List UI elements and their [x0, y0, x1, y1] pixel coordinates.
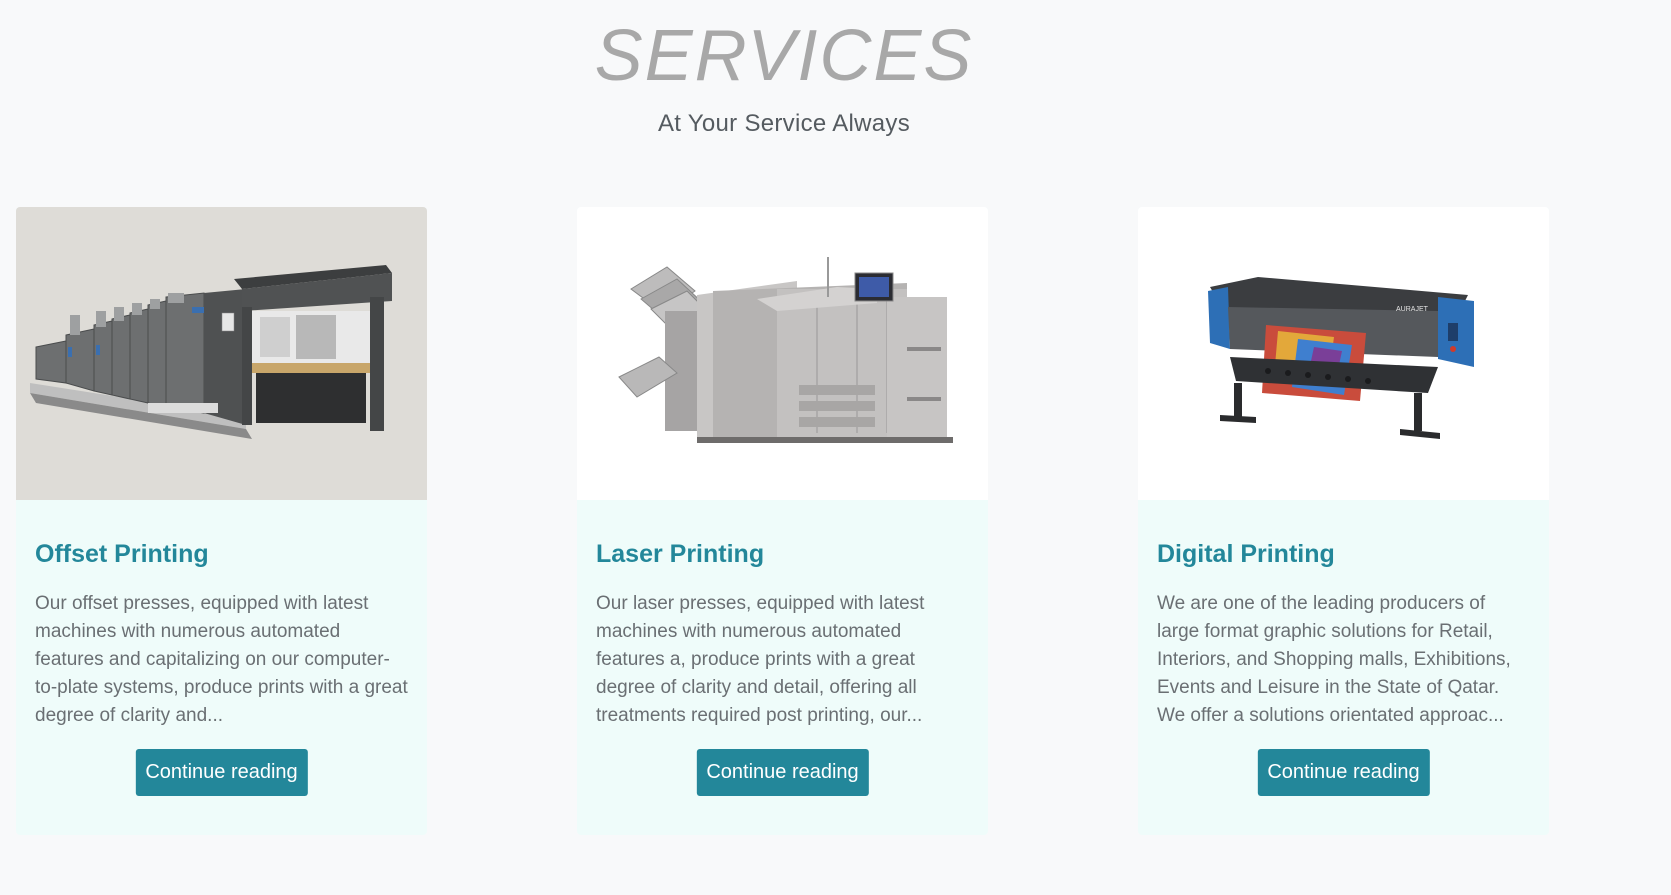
service-card-offset: Offset Printing Our offset presses, equi… [16, 207, 427, 835]
continue-reading-button[interactable]: Continue reading [696, 749, 869, 796]
card-description: Our offset presses, equipped with latest… [35, 593, 408, 726]
offset-press-image [16, 207, 427, 500]
section-subtitle: At Your Service Always [657, 110, 911, 137]
large-format-printer-illustration: AURAJET [1208, 277, 1474, 439]
card-description: Our laser presses, equipped with latest … [596, 593, 925, 726]
section-title: SERVICES [594, 16, 974, 96]
offset-press-illustration [30, 265, 392, 439]
continue-reading-button[interactable]: Continue reading [1257, 749, 1430, 796]
card-title: Offset Printing [35, 540, 209, 568]
card-title: Laser Printing [596, 540, 765, 568]
service-card-digital: AURAJET Digital Printing We are one of t… [1138, 207, 1549, 835]
card-description: We are one of the leading producers of l… [1157, 593, 1511, 726]
printer-brand-label: AURAJET [1396, 306, 1429, 313]
card-title: Digital Printing [1157, 540, 1335, 568]
laser-press-illustration [618, 257, 953, 443]
continue-reading-button[interactable]: Continue reading [135, 749, 308, 796]
laser-press-image [577, 207, 988, 500]
service-card-laser: Laser Printing Our laser presses, equipp… [577, 207, 988, 835]
large-format-printer-image: AURAJET [1138, 207, 1549, 500]
